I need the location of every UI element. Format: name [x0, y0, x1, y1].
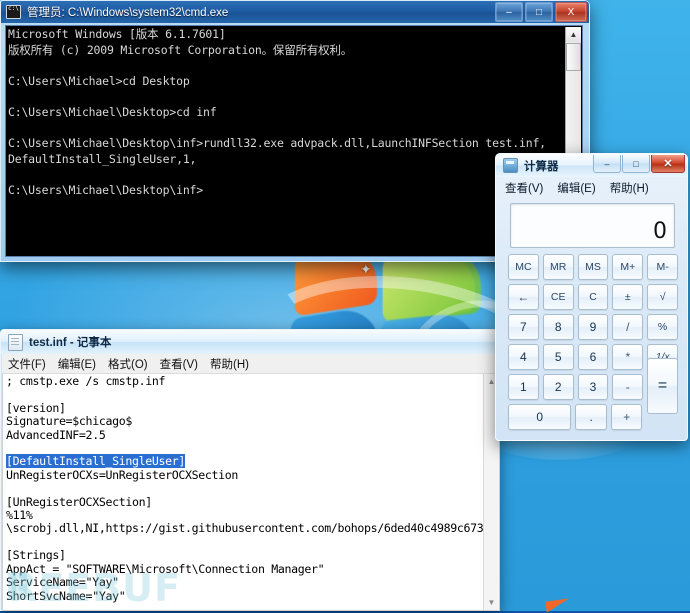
- notepad-titlebar[interactable]: test.inf - 记事本: [1, 330, 499, 354]
- calc-button-mr[interactable]: MR: [542, 254, 574, 280]
- cmd-close-button[interactable]: X: [555, 2, 587, 22]
- calc-button-3[interactable]: 3: [577, 374, 609, 400]
- calculator-menubar[interactable]: 查看(V) 编辑(E) 帮助(H): [497, 177, 688, 198]
- calc-button-multiply[interactable]: *: [612, 344, 644, 370]
- notepad-icon: [8, 333, 23, 351]
- calc-menu-help[interactable]: 帮助(H): [610, 180, 649, 196]
- menu-help[interactable]: 帮助(H): [210, 356, 249, 372]
- notepad-text-part-2: UnRegisterOCXs=UnRegisterOCXSection [UnR…: [6, 467, 499, 603]
- calc-button-8[interactable]: 8: [542, 314, 574, 340]
- calc-button-m-plus[interactable]: M+: [612, 254, 644, 280]
- cmd-window-title: 管理员: C:\Windows\system32\cmd.exe: [27, 7, 229, 19]
- calc-button-divide[interactable]: /: [612, 314, 644, 340]
- cmd-console-text: Microsoft Windows [版本 6.1.7601] 版权所有 (c)…: [8, 27, 546, 197]
- menu-file[interactable]: 文件(F): [8, 356, 46, 372]
- mouse-cursor-icon: ✦: [360, 261, 372, 277]
- calculator-display: 0: [510, 203, 675, 248]
- calc-button-decimal[interactable]: .: [575, 404, 607, 430]
- calculator-window-title: 计算器: [524, 160, 559, 173]
- calculator-minimize-button[interactable]: –: [593, 155, 621, 173]
- console-icon: [6, 5, 21, 19]
- notepad-scroll-down-arrow[interactable]: ▼: [484, 595, 499, 610]
- calc-button-9[interactable]: 9: [577, 314, 609, 340]
- calc-button-backspace[interactable]: ←: [508, 284, 539, 310]
- notepad-window[interactable]: test.inf - 记事本 文件(F) 编辑(E) 格式(O) 查看(V) 帮…: [0, 329, 500, 611]
- notepad-content: ; cmstp.exe /s cmstp.inf [version] Signa…: [6, 374, 499, 603]
- calc-button-1[interactable]: 1: [508, 374, 539, 400]
- calc-button-ms[interactable]: MS: [577, 254, 609, 280]
- calc-button-mc[interactable]: MC: [508, 254, 539, 280]
- calc-menu-view[interactable]: 查看(V): [505, 180, 543, 196]
- calculator-titlebar[interactable]: 计算器 – □ ✕: [496, 154, 687, 177]
- cmd-minimize-button[interactable]: –: [495, 2, 523, 22]
- cmd-titlebar[interactable]: 管理员: C:\Windows\system32\cmd.exe – □ X: [1, 1, 589, 23]
- calculator-row-memory: MC MR MS M+ M-: [508, 254, 678, 280]
- calculator-close-button[interactable]: ✕: [651, 155, 685, 173]
- notepad-text-part-1: ; cmstp.exe /s cmstp.inf [version] Signa…: [6, 374, 166, 442]
- menu-format[interactable]: 格式(O): [108, 356, 148, 372]
- menu-edit[interactable]: 编辑(E): [58, 356, 96, 372]
- calc-button-add[interactable]: +: [610, 404, 643, 430]
- calculator-keypad: MC MR MS M+ M- ← CE C ± √ 7 8 9 / % 4 5 …: [508, 254, 678, 432]
- calc-button-2[interactable]: 2: [542, 374, 574, 400]
- notepad-menubar[interactable]: 文件(F) 编辑(E) 格式(O) 查看(V) 帮助(H): [2, 354, 500, 374]
- calculator-maximize-button[interactable]: □: [622, 155, 650, 173]
- cmd-maximize-button[interactable]: □: [525, 2, 553, 22]
- calculator-window[interactable]: 计算器 – □ ✕ 查看(V) 编辑(E) 帮助(H) 0 MC MR MS M…: [495, 153, 688, 441]
- notepad-selected-text: [DefaultInstall_SingleUser]: [6, 454, 186, 469]
- calc-button-7[interactable]: 7: [508, 314, 539, 340]
- calculator-display-value: 0: [653, 219, 667, 244]
- calc-button-4[interactable]: 4: [508, 344, 539, 370]
- calc-button-ce[interactable]: CE: [542, 284, 574, 310]
- calc-button-percent[interactable]: %: [647, 314, 678, 340]
- calc-button-5[interactable]: 5: [542, 344, 574, 370]
- calc-button-0[interactable]: 0: [508, 404, 572, 430]
- notepad-window-title: test.inf - 记事本: [29, 337, 112, 349]
- calculator-window-controls: – □ ✕: [593, 155, 685, 173]
- calculator-icon: [503, 158, 518, 173]
- calc-menu-edit[interactable]: 编辑(E): [557, 180, 595, 196]
- cmd-scroll-thumb[interactable]: [566, 43, 581, 71]
- calc-button-c[interactable]: C: [577, 284, 609, 310]
- calc-button-m-minus[interactable]: M-: [647, 254, 678, 280]
- calc-button-6[interactable]: 6: [577, 344, 609, 370]
- calc-button-sqrt[interactable]: √: [647, 284, 678, 310]
- menu-view[interactable]: 查看(V): [160, 356, 198, 372]
- calc-button-equals[interactable]: =: [647, 358, 678, 414]
- calc-button-plus-minus[interactable]: ±: [612, 284, 644, 310]
- calculator-row-edit: ← CE C ± √: [508, 284, 678, 310]
- calc-button-subtract[interactable]: -: [612, 374, 644, 400]
- notepad-text-area[interactable]: ; cmstp.exe /s cmstp.inf [version] Signa…: [2, 374, 500, 611]
- cmd-scroll-up-arrow[interactable]: ▲: [566, 27, 581, 42]
- calculator-row-789: 7 8 9 / %: [508, 314, 678, 340]
- cmd-window-controls: – □ X: [495, 2, 587, 22]
